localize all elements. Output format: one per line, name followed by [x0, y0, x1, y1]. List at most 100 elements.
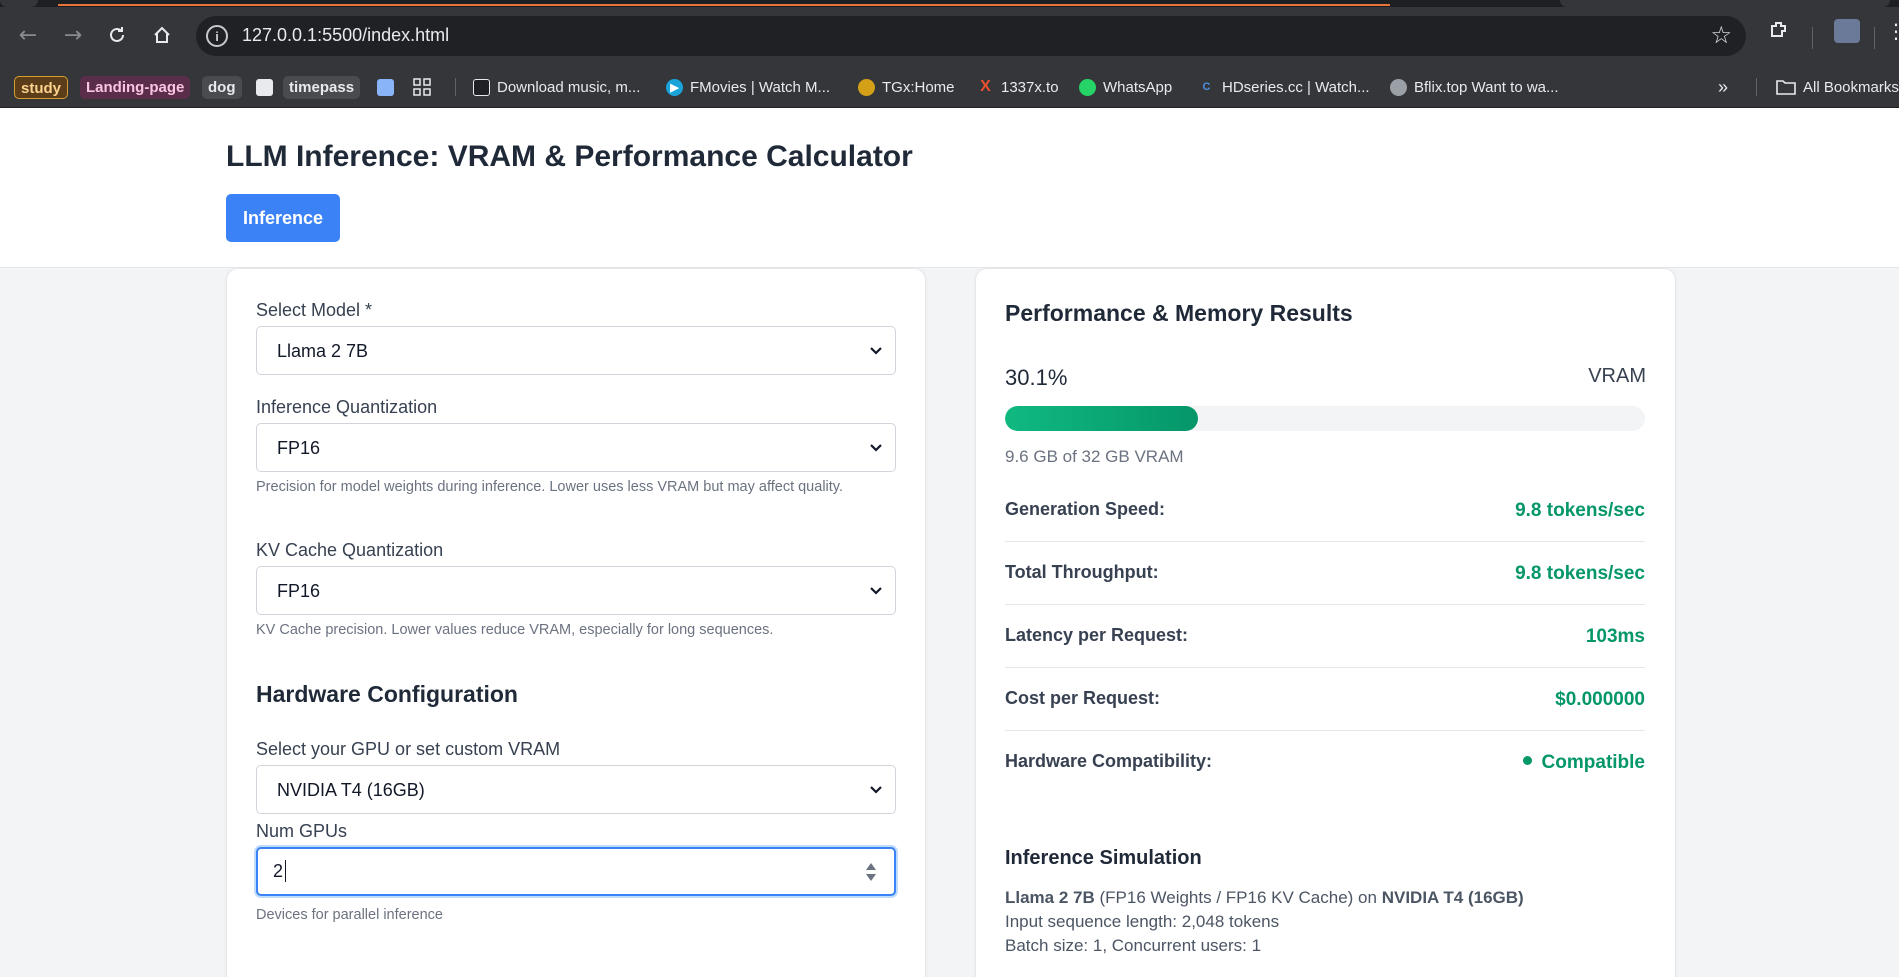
chevron-down-icon [870, 444, 882, 452]
simulation-batch: Batch size: 1, Concurrent users: 1 [1005, 936, 1262, 955]
back-button[interactable]: ← [10, 17, 46, 53]
kv-cache-quantization-value: FP16 [277, 581, 321, 601]
tab-strip [0, 0, 1899, 7]
bookmark-blue[interactable] [377, 75, 401, 99]
model-label: Select Model * [256, 300, 373, 320]
kv-cache-quantization-select[interactable]: FP16 [256, 566, 896, 615]
forward-button[interactable]: → [55, 17, 91, 53]
configuration-card: Select Model * Llama 2 7B Inference Quan… [226, 268, 926, 977]
bookmark-1337x[interactable]: X 1337x.to [977, 75, 1059, 99]
bookmark-label: timepass [283, 75, 361, 99]
gpu-label: Select your GPU or set custom VRAM [256, 739, 561, 759]
model-select[interactable]: Llama 2 7B [256, 326, 896, 375]
metric-value: 103ms [1585, 626, 1645, 647]
simulation-summary: Llama 2 7B (FP16 Weights / FP16 KV Cache… [1005, 888, 1524, 908]
metric-value: $0.000000 [1555, 689, 1645, 710]
profile-avatar[interactable] [1834, 19, 1860, 43]
x-icon: X [980, 78, 991, 95]
metric-label: Latency per Request: [1005, 625, 1189, 645]
more-bookmarks-icon[interactable]: » [1718, 75, 1728, 99]
toolbar-divider [1874, 27, 1875, 49]
browser-tab[interactable] [1560, 0, 1890, 7]
bookmark-study[interactable]: study [14, 75, 69, 99]
bookmark-label: dog [202, 75, 242, 99]
home-button[interactable] [144, 17, 180, 53]
hardware-configuration-heading: Hardware Configuration [256, 681, 518, 707]
simulation-gpu: NVIDIA T4 (16GB) [1381, 888, 1524, 907]
metric-label: Generation Speed: [1005, 499, 1166, 519]
bookmark-blank[interactable] [256, 75, 280, 99]
play-icon: ▶ [666, 78, 683, 96]
bookmark-label: TGx:Home [882, 78, 955, 96]
tab-edge [0, 0, 38, 7]
address-bar[interactable]: i 127.0.0.1:5500/index.html ☆ [196, 16, 1746, 56]
vram-progress-fill [1005, 406, 1198, 431]
bookmark-hdseries[interactable]: C HDseries.cc | Watch... [1198, 75, 1370, 99]
home-icon [154, 26, 170, 43]
chevron-down-icon [870, 347, 882, 355]
globe-icon [1390, 78, 1407, 96]
metric-generation-speed: Generation Speed: 9.8 tokens/sec [1005, 479, 1645, 542]
metric-label: Hardware Compatibility: [1005, 751, 1213, 771]
compatibility-status: Compatible [1522, 752, 1645, 774]
metric-latency: Latency per Request: 103ms [1005, 605, 1645, 668]
bookmark-download-music[interactable]: Download music, m... [473, 75, 640, 99]
apps-grid-icon [413, 78, 431, 96]
bookmark-landing-page[interactable]: Landing-page [80, 75, 191, 99]
bookmark-label: Landing-page [80, 75, 191, 99]
gpu-select[interactable]: NVIDIA T4 (16GB) [256, 765, 896, 814]
bookmarks-divider [1756, 78, 1757, 96]
url-text: 127.0.0.1:5500/index.html [242, 25, 450, 45]
bookmarks-divider [455, 78, 456, 96]
simulation-precision: (FP16 Weights / FP16 KV Cache) on [1094, 888, 1382, 907]
reload-icon [110, 27, 124, 42]
results-card: Performance & Memory Results 30.1% VRAM … [975, 268, 1676, 977]
metric-value: 9.8 tokens/sec [1515, 563, 1645, 584]
num-gpus-input[interactable]: 2 [256, 847, 896, 896]
results-title: Performance & Memory Results [1005, 300, 1353, 326]
inference-quantization-select[interactable]: FP16 [256, 423, 896, 472]
page: LLM Inference: VRAM & Performance Calcul… [0, 108, 1899, 977]
num-gpus-help: Devices for parallel inference [256, 907, 443, 923]
page-icon [377, 78, 394, 96]
inference-quantization-help: Precision for model weights during infer… [256, 479, 843, 495]
browser-toolbar: ← → i 127.0.0.1:5500/index.html ☆ ⋮ [0, 7, 1899, 66]
compatibility-value: Compatible [1541, 752, 1645, 773]
bookmark-label: study [14, 75, 69, 99]
all-bookmarks-label: All Bookmarks [1803, 78, 1899, 96]
site-info-icon[interactable]: i [206, 25, 228, 47]
bookmark-star-icon[interactable]: ☆ [1710, 21, 1732, 49]
kv-cache-quantization-label: KV Cache Quantization [256, 540, 444, 560]
extensions-icon[interactable] [1768, 19, 1790, 47]
bookmark-label: Download music, m... [497, 78, 641, 96]
spinner-arrows-icon[interactable] [864, 860, 878, 884]
bookmark-timepass[interactable]: timepass [283, 75, 361, 99]
metric-compatibility: Hardware Compatibility: Compatible [1005, 731, 1645, 794]
menu-icon[interactable]: ⋮ [1886, 19, 1899, 43]
reload-button[interactable] [99, 17, 135, 53]
model-select-value: Llama 2 7B [277, 341, 369, 361]
bookmark-bflix[interactable]: Bflix.top Want to wa... [1390, 75, 1559, 99]
bookmark-label: 1337x.to [1001, 78, 1059, 96]
metric-cost: Cost per Request: $0.000000 [1005, 668, 1645, 731]
vram-label: VRAM [1588, 365, 1646, 387]
metric-total-throughput: Total Throughput: 9.8 tokens/sec [1005, 542, 1645, 605]
vram-progress-bar [1005, 406, 1645, 431]
chevron-down-icon [870, 786, 882, 794]
all-bookmarks[interactable]: All Bookmarks [1776, 75, 1899, 99]
tgx-icon [858, 78, 875, 96]
bookmark-tgx[interactable]: TGx:Home [858, 75, 955, 99]
bookmark-whatsapp[interactable]: WhatsApp [1079, 75, 1172, 99]
monitor-icon [473, 78, 490, 96]
gpu-select-value: NVIDIA T4 (16GB) [277, 780, 425, 800]
tab-inference[interactable]: Inference [226, 194, 340, 242]
folder-icon [1776, 80, 1796, 95]
bookmark-fmovies[interactable]: ▶ FMovies | Watch M... [666, 75, 830, 99]
page-icon [256, 78, 273, 96]
bookmark-apps[interactable] [413, 75, 431, 99]
whatsapp-icon [1079, 78, 1096, 96]
text-caret [285, 860, 286, 882]
bookmark-label: WhatsApp [1103, 78, 1173, 96]
loading-indicator [58, 4, 1390, 6]
bookmark-dog[interactable]: dog [202, 75, 242, 99]
